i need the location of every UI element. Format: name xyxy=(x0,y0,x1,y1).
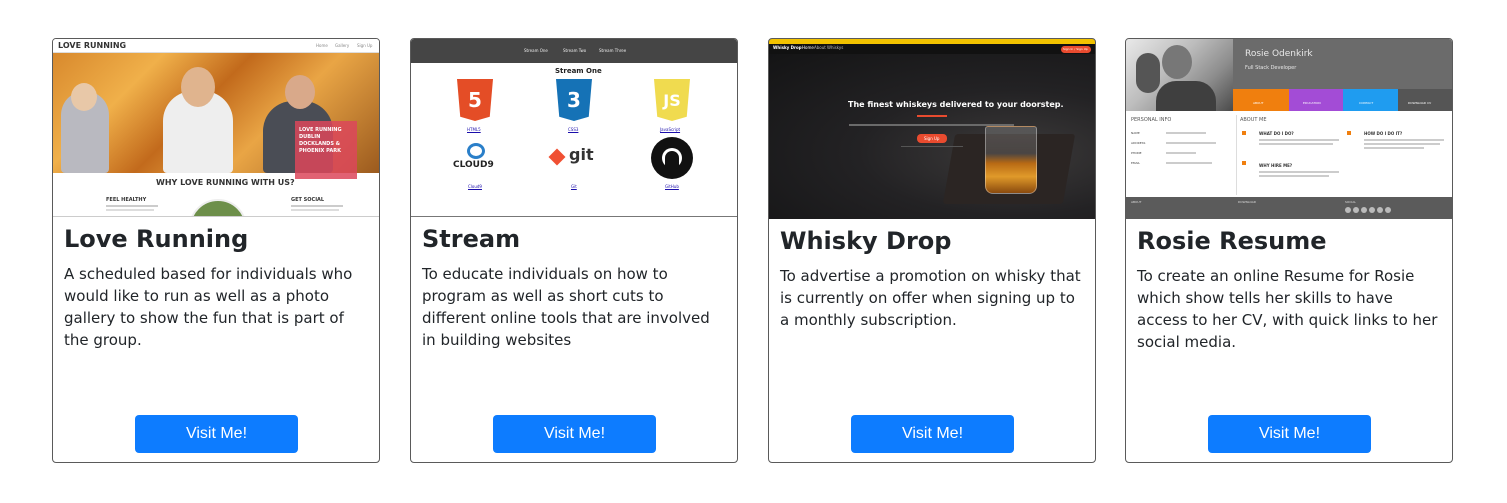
rosie-info-name: NAME xyxy=(1131,131,1140,135)
card-title: Stream xyxy=(422,225,521,253)
love-running-nav-signup: Sign Up xyxy=(357,43,373,48)
rosie-q-what: WHAT DO I DO? xyxy=(1259,131,1294,136)
css3-icon: 3 xyxy=(556,79,592,121)
visit-me-button[interactable]: Visit Me! xyxy=(493,415,656,453)
html5-icon: 5 xyxy=(457,79,493,121)
rosie-info-email: EMAIL xyxy=(1131,161,1141,165)
rosie-role: Full Stack Developer xyxy=(1245,65,1297,71)
stream-nav-one: Stream One xyxy=(524,48,548,53)
project-card-love-running: LOVE RUNNING Home Gallery Sign Up LOVE R… xyxy=(52,38,380,463)
github-link[interactable]: GitHub xyxy=(665,184,679,189)
love-running-feel-healthy: FEEL HEALTHY xyxy=(106,197,147,203)
love-running-circle-photo xyxy=(189,199,247,216)
whisky-headline: The finest whiskeys delivered to your do… xyxy=(848,100,1064,109)
whisky-cta-button[interactable]: Sign Up xyxy=(924,136,939,141)
love-running-nav-gallery: Gallery xyxy=(335,43,350,48)
cloud9-link[interactable]: Cloud9 xyxy=(468,184,482,189)
love-running-get-social: GET SOCIAL xyxy=(291,197,325,203)
whisky-brand: Whisky Drop xyxy=(773,45,802,50)
love-running-brand: LOVE RUNNING xyxy=(58,41,127,50)
tab-contact[interactable]: CONTACT xyxy=(1343,89,1398,111)
javascript-icon: JS xyxy=(654,79,690,121)
rosie-q-why: WHY HIRE ME? xyxy=(1259,163,1293,168)
git-icon: git xyxy=(548,145,601,171)
card-description: A scheduled based for individuals who wo… xyxy=(64,264,353,349)
rosie-footer-about: ABOUT xyxy=(1131,200,1142,204)
project-card-stream: Stream One Stream Two Stream Three Strea… xyxy=(410,38,738,463)
html5-link[interactable]: HTML5 xyxy=(467,127,481,132)
whisky-drop-screenshot[interactable]: Whisky Drop Home About Whiskys Sign In /… xyxy=(769,39,1095,219)
visit-me-button[interactable]: Visit Me! xyxy=(851,415,1014,453)
rosie-info-address: ADDRESS xyxy=(1131,141,1146,145)
stream-nav-two: Stream Two xyxy=(563,48,587,53)
javascript-link[interactable]: JavaScript xyxy=(660,127,680,132)
email-icon[interactable] xyxy=(1385,207,1391,213)
stream-heading: Stream One xyxy=(555,67,602,75)
project-card-whisky-drop: Whisky Drop Home About Whiskys Sign In /… xyxy=(768,38,1096,463)
tab-education[interactable]: EDUCATION xyxy=(1289,89,1343,111)
rosie-personal-info-title: PERSONAL INFO xyxy=(1131,117,1172,123)
css3-link[interactable]: CSS3 xyxy=(568,127,578,132)
card-title: Whisky Drop xyxy=(780,227,952,255)
love-running-hero-image: LOVE RUNNING DUBLIN DOCKLANDS & PHOENIX … xyxy=(53,53,379,179)
rosie-info-phone: PHONE xyxy=(1131,151,1142,155)
card-description: To create an online Resume for Rosie whi… xyxy=(1137,266,1438,351)
rosie-q-how: HOW DO I DO IT? xyxy=(1364,131,1403,136)
whisky-nav-home: Home xyxy=(802,45,814,50)
stream-screenshot[interactable]: Stream One Stream Two Stream Three Strea… xyxy=(411,39,737,217)
whisky-glass xyxy=(985,126,1037,194)
whisky-signup-link[interactable]: Sign In / Sign Up xyxy=(1063,47,1088,51)
linkedin-icon[interactable] xyxy=(1361,207,1367,213)
love-running-hero-text: LOVE RUNNING DUBLIN DOCKLANDS & PHOENIX … xyxy=(299,127,342,154)
twitter-icon[interactable] xyxy=(1353,207,1359,213)
love-running-section-title: WHY LOVE RUNNING WITH US? xyxy=(156,178,295,187)
rosie-footer-social: SOCIAL xyxy=(1345,200,1356,204)
card-title: Rosie Resume xyxy=(1137,227,1327,255)
love-running-screenshot[interactable]: LOVE RUNNING Home Gallery Sign Up LOVE R… xyxy=(53,39,379,217)
love-running-nav-home: Home xyxy=(316,43,328,48)
visit-me-button[interactable]: Visit Me! xyxy=(1208,415,1371,453)
card-title: Love Running xyxy=(64,225,249,253)
social-icons xyxy=(1345,207,1393,213)
project-card-rosie-resume: Rosie Odenkirk Full Stack Developer ABOU… xyxy=(1125,38,1453,463)
tab-about[interactable]: ABOUT xyxy=(1233,89,1289,111)
git-link[interactable]: Git xyxy=(571,184,577,189)
rosie-portrait xyxy=(1126,39,1233,111)
rosie-name: Rosie Odenkirk xyxy=(1245,49,1313,59)
tab-download-cv[interactable]: DOWNLOAD CV xyxy=(1398,89,1452,111)
card-description: To educate individuals on how to program… xyxy=(422,264,710,349)
cloud9-icon: CLOUD9 xyxy=(453,143,499,173)
rosie-footer-download: DOWNLOAD xyxy=(1238,200,1257,204)
instagram-icon[interactable] xyxy=(1377,207,1383,213)
github-icon xyxy=(651,137,693,179)
rosie-resume-screenshot[interactable]: Rosie Odenkirk Full Stack Developer ABOU… xyxy=(1126,39,1452,219)
whisky-nav-about: About xyxy=(814,45,826,50)
visit-me-button[interactable]: Visit Me! xyxy=(135,415,298,453)
github-icon[interactable] xyxy=(1369,207,1375,213)
whisky-nav-whiskys: Whiskys xyxy=(827,45,844,50)
rosie-about-me-title: ABOUT ME xyxy=(1240,117,1267,123)
card-description: To advertise a promotion on whisky that … xyxy=(780,266,1081,329)
stream-nav-three: Stream Three xyxy=(599,48,627,53)
facebook-icon[interactable] xyxy=(1345,207,1351,213)
